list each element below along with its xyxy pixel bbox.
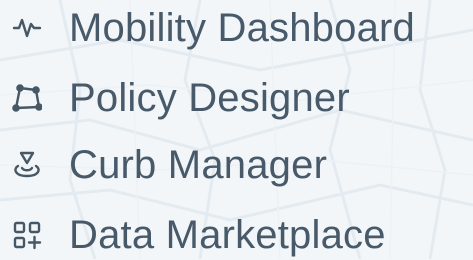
activity-pulse-icon [10,11,44,45]
nav-item-label: Data Marketplace [69,212,386,257]
nav-item-mobility-dashboard[interactable]: Mobility Dashboard [10,3,415,53]
nav-item-curb-manager[interactable]: Curb Manager [10,140,327,190]
polygon-vertices-icon [10,81,44,115]
nav-item-label: Policy Designer [69,75,350,120]
nav-item-label: Mobility Dashboard [69,5,415,50]
map-pin-location-icon [10,148,44,182]
grid-plus-icon [10,218,44,252]
sidebar-nav: Mobility Dashboard Policy Designer Curb … [0,0,473,259]
nav-item-label: Curb Manager [69,142,328,187]
nav-item-policy-designer[interactable]: Policy Designer [10,73,350,123]
nav-item-data-marketplace[interactable]: Data Marketplace [10,210,386,260]
